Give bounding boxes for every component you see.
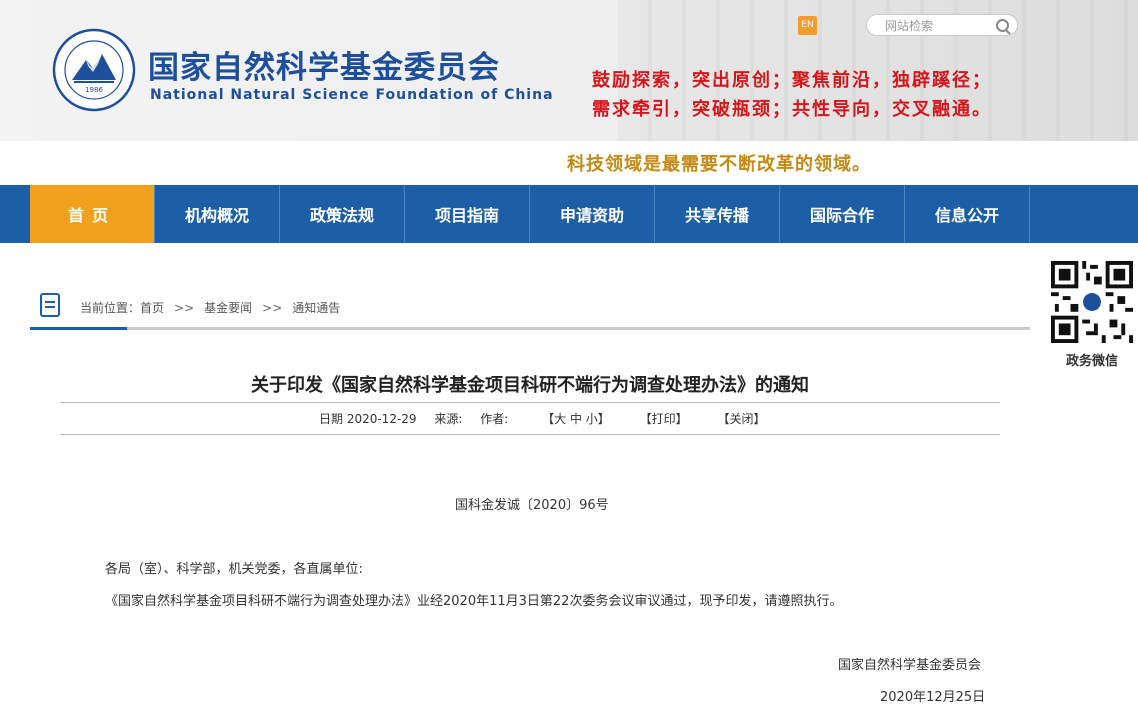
breadcrumb-home[interactable]: 首页 — [140, 301, 164, 315]
article-meta: 日期 2020-12-29 来源: 作者: 【大 中 小】 【打印】 【关闭】 — [319, 410, 779, 427]
site-search — [866, 14, 1018, 36]
site-header: 1986 国家自然科学基金委员会 National Natural Scienc… — [0, 0, 1138, 141]
breadcrumb-prefix: 当前位置： — [80, 301, 141, 315]
location-doc-icon — [40, 293, 60, 317]
print-button[interactable]: 【打印】 — [640, 412, 688, 426]
signature-date: 2020年12月25日 — [880, 690, 986, 705]
english-version-button[interactable]: EN — [798, 16, 817, 35]
nav-item-home[interactable]: 首页 — [30, 185, 155, 243]
main-navigation: 首页 机构概况 政策法规 项目指南 申请资助 共享传播 国际合作 信息公开 — [0, 185, 1138, 243]
wechat-qr-code-icon — [1051, 261, 1133, 343]
nav-item-international[interactable]: 国际合作 — [780, 185, 905, 243]
nav-item-policy[interactable]: 政策法规 — [280, 185, 405, 243]
tagline: 科技领域是最需要不断改革的领域。 — [567, 154, 871, 175]
breadcrumb: 当前位置：首页 >> 基金要闻 >> 通知通告 — [30, 284, 1030, 330]
org-name-en[interactable]: National Natural Science Foundation of C… — [150, 87, 554, 103]
nav-item-guide[interactable]: 项目指南 — [405, 185, 530, 243]
article-date: 日期 2020-12-29 — [319, 412, 417, 426]
search-icon[interactable] — [996, 19, 1009, 32]
divider — [30, 327, 1030, 330]
slogan-line-1: 鼓励探索，突出原创；聚焦前沿，独辟蹊径； — [592, 70, 992, 91]
article-source: 来源: — [434, 412, 463, 426]
search-input[interactable] — [885, 16, 1003, 36]
breadcrumb-notices[interactable]: 通知通告 — [292, 301, 340, 315]
nav-item-apply[interactable]: 申请资助 — [530, 185, 655, 243]
breadcrumb-separator: >> — [262, 301, 283, 315]
body-paragraph: 《国家自然科学基金项目科研不端行为调查处理办法》业经2020年11月3日第22次… — [105, 594, 843, 609]
nav-item-sharing[interactable]: 共享传播 — [655, 185, 780, 243]
breadcrumb-news[interactable]: 基金要闻 — [204, 301, 252, 315]
divider-accent — [30, 327, 127, 330]
article-author: 作者: — [480, 412, 509, 426]
breadcrumb-separator: >> — [174, 301, 195, 315]
org-name-cn[interactable]: 国家自然科学基金委员会 — [148, 42, 500, 87]
close-button[interactable]: 【关闭】 — [717, 412, 765, 426]
signature: 国家自然科学基金委员会 — [838, 658, 982, 673]
logo-year: 1986 — [85, 86, 103, 94]
slogan-line-2: 需求牵引，突破瓶颈；共性导向，交叉融通。 — [592, 99, 992, 120]
article-title: 关于印发《国家自然科学基金项目科研不端行为调查处理办法》的通知 — [251, 375, 809, 396]
addressee: 各局（室）、科学部，机关党委，各直属单位: — [105, 562, 363, 577]
qr-code-label: 政务微信 — [1065, 354, 1118, 369]
divider — [60, 434, 1000, 435]
nav-item-about[interactable]: 机构概况 — [155, 185, 280, 243]
font-size-toggle[interactable]: 【大 中 小】 — [542, 412, 610, 426]
nsfc-logo-icon[interactable]: 1986 — [52, 28, 136, 112]
nav-item-disclosure[interactable]: 信息公开 — [905, 185, 1030, 243]
divider — [60, 402, 1000, 403]
document-number: 国科金发诚〔2020〕96号 — [455, 498, 609, 513]
